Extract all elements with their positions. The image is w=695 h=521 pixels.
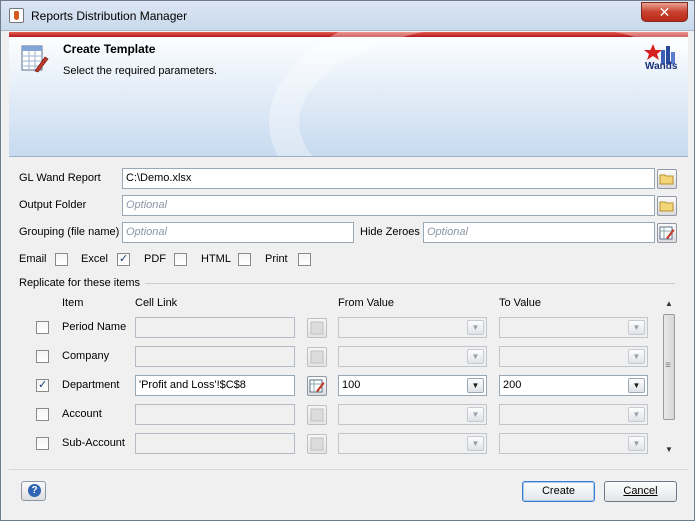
cell-picker-button[interactable] (307, 347, 327, 367)
chevron-down-icon: ▼ (467, 349, 484, 364)
cell-picker-icon (310, 321, 324, 335)
to-value-combo[interactable]: ▼ (499, 346, 648, 367)
title-bar: Reports Distribution Manager ✕ (1, 1, 694, 31)
cell-link-field[interactable] (135, 317, 295, 338)
chevron-down-icon: ▼ (467, 407, 484, 422)
cell-picker-icon (310, 437, 324, 451)
output-folder-field[interactable]: Optional (122, 195, 655, 216)
gl-wand-report-field[interactable]: C:\Demo.xlsx (122, 168, 655, 189)
banner-decoration (269, 32, 688, 156)
folder-icon (659, 174, 674, 185)
gl-wand-report-label: GL Wand Report (19, 172, 101, 184)
from-value-combo[interactable]: ▼ (338, 433, 487, 454)
chevron-down-icon: ▼ (628, 407, 645, 422)
scroll-up-arrow-icon[interactable]: ▲ (662, 297, 676, 311)
from-value-combo[interactable]: 100 ▼ (338, 375, 487, 396)
row-checkbox-department[interactable] (36, 378, 49, 392)
chevron-down-icon: ▼ (628, 436, 645, 451)
from-value-text: 100 (342, 379, 361, 391)
to-value-combo[interactable]: ▼ (499, 317, 648, 338)
row-checkbox-sub-account[interactable] (36, 437, 49, 450)
grouping-field[interactable]: Optional (122, 222, 354, 243)
format-excel-label: Excel (81, 253, 108, 265)
to-value-combo[interactable]: ▼ (499, 433, 648, 454)
row-item-label: Department (62, 379, 120, 391)
row-checkbox-account[interactable] (36, 408, 49, 421)
grouping-label: Grouping (file name) (19, 226, 120, 238)
group-divider (145, 283, 675, 284)
cell-picker-icon (310, 408, 324, 422)
brand-label: Wands (645, 61, 678, 72)
create-button[interactable]: Create (522, 481, 595, 502)
banner-subtitle: Select the required parameters. (63, 65, 218, 77)
format-html-checkbox[interactable] (238, 253, 251, 266)
chevron-down-icon: ▼ (628, 378, 645, 393)
cell-picker-button[interactable] (307, 318, 327, 338)
cell-picker-button[interactable] (307, 405, 327, 425)
hide-zeroes-label: Hide Zeroes (360, 226, 420, 238)
format-excel-checkbox[interactable] (117, 252, 130, 266)
format-print-label: Print (265, 253, 288, 265)
replicate-title: Replicate for these items (19, 277, 141, 289)
help-button[interactable] (21, 481, 46, 501)
close-button[interactable]: ✕ (641, 2, 688, 22)
cell-picker-icon (310, 350, 324, 364)
java-app-icon (9, 8, 24, 23)
cell-picker-button[interactable] (307, 434, 327, 454)
cell-picker-icon (659, 226, 675, 240)
dialog-window: Reports Distribution Manager ✕ Create Te… (0, 0, 695, 521)
from-value-combo[interactable]: ▼ (338, 317, 487, 338)
footer-divider (9, 469, 688, 470)
banner-title: Create Template (63, 42, 156, 56)
row-item-label: Period Name (62, 321, 127, 333)
format-email-label: Email (19, 253, 47, 265)
cell-picker-icon (309, 379, 325, 393)
column-cell-link: Cell Link (135, 297, 178, 309)
browse-folder-button[interactable] (657, 196, 677, 216)
cell-picker-button[interactable] (307, 376, 327, 396)
column-from-value: From Value (338, 297, 395, 309)
window-title: Reports Distribution Manager (31, 9, 188, 23)
vertical-scrollbar[interactable]: ▲ ▼ (662, 297, 676, 457)
cancel-button[interactable]: Cancel (604, 481, 677, 502)
cell-link-field[interactable] (135, 346, 295, 367)
format-pdf-checkbox[interactable] (174, 253, 187, 266)
output-folder-label: Output Folder (19, 199, 87, 211)
template-icon (21, 45, 49, 73)
hide-zeroes-cell-picker-button[interactable] (657, 223, 677, 243)
format-pdf-label: PDF (144, 253, 166, 265)
browse-report-button[interactable] (657, 169, 677, 189)
chevron-down-icon: ▼ (467, 436, 484, 451)
row-item-label: Sub-Account (62, 437, 125, 449)
to-value-combo[interactable]: ▼ (499, 404, 648, 425)
header-banner: Create Template Select the required para… (9, 32, 688, 157)
cell-link-field[interactable] (135, 433, 295, 454)
row-item-label: Account (62, 408, 102, 420)
chevron-down-icon: ▼ (467, 378, 484, 393)
scroll-thumb[interactable] (663, 314, 675, 420)
from-value-combo[interactable]: ▼ (338, 346, 487, 367)
to-value-combo[interactable]: 200 ▼ (499, 375, 648, 396)
from-value-combo[interactable]: ▼ (338, 404, 487, 425)
chevron-down-icon: ▼ (628, 320, 645, 335)
format-print-checkbox[interactable] (298, 253, 311, 266)
scroll-down-arrow-icon[interactable]: ▼ (662, 443, 676, 457)
format-html-label: HTML (201, 253, 231, 265)
folder-icon (659, 201, 674, 212)
cell-link-field[interactable] (135, 404, 295, 425)
row-item-label: Company (62, 350, 110, 362)
column-to-value: To Value (499, 297, 541, 309)
row-checkbox-company[interactable] (36, 350, 49, 363)
chevron-down-icon: ▼ (467, 320, 484, 335)
hide-zeroes-field[interactable]: Optional (423, 222, 655, 243)
row-checkbox-period-name[interactable] (36, 321, 49, 334)
chevron-down-icon: ▼ (628, 349, 645, 364)
column-item: Item (62, 297, 84, 309)
cell-link-field[interactable]: 'Profit and Loss'!$C$8 (135, 375, 295, 396)
format-email-checkbox[interactable] (55, 253, 68, 266)
to-value-text: 200 (503, 379, 522, 391)
